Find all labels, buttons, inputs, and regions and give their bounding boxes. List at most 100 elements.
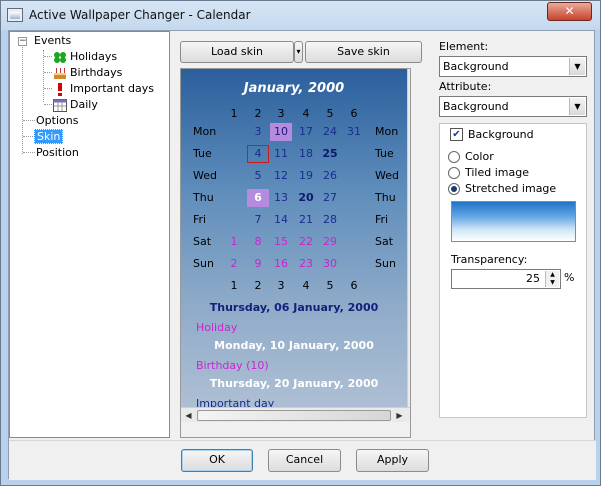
attribute-select-value: Background xyxy=(443,100,509,113)
calendar-day: 24 xyxy=(323,125,337,138)
tree-line xyxy=(23,152,35,153)
color-radio-label: Color xyxy=(465,150,494,163)
apply-button[interactable]: Apply xyxy=(356,449,429,472)
app-window: Active Wallpaper Changer - Calendar ✕ − … xyxy=(0,0,601,486)
transparency-spinner[interactable]: ▲ ▼ xyxy=(545,271,559,287)
weekday-label-right: Tue xyxy=(375,147,394,160)
percent-sign: % xyxy=(564,271,575,284)
clover-icon xyxy=(53,51,67,64)
day-footer-number: 3 xyxy=(277,279,285,292)
chevron-down-icon[interactable]: ▼ xyxy=(569,58,585,75)
tiled-image-radio[interactable] xyxy=(448,167,460,179)
tree-item-daily[interactable]: Daily xyxy=(53,97,98,113)
calendar-day: 14 xyxy=(274,213,288,226)
calendar-day: 10 xyxy=(270,123,292,141)
event-label: Birthday (10) xyxy=(196,359,269,372)
calendar-day: 31 xyxy=(347,125,361,138)
weekday-label-left: Mon xyxy=(193,125,217,138)
scroll-right-arrow[interactable]: ▶ xyxy=(392,408,407,423)
weekday-label-left: Wed xyxy=(193,169,217,182)
transparency-input[interactable]: 25 ▲ ▼ xyxy=(451,269,561,289)
weekday-label-right: Fri xyxy=(375,213,389,226)
tree-line xyxy=(22,44,23,154)
stretched-image-radio[interactable] xyxy=(448,183,460,195)
tree-item-skin[interactable]: Skin xyxy=(34,129,64,145)
event-date: Thursday, 06 January, 2000 xyxy=(209,301,379,314)
tree-item-options[interactable]: Options xyxy=(36,113,78,129)
load-skin-button[interactable]: Load skin xyxy=(180,41,294,63)
calendar-day: 29 xyxy=(323,235,337,248)
tree-item-position[interactable]: Position xyxy=(36,145,79,161)
transparency-label: Transparency: xyxy=(451,253,528,266)
title-bar[interactable]: Active Wallpaper Changer - Calendar ✕ xyxy=(1,1,600,30)
transparency-value: 25 xyxy=(526,272,540,285)
scroll-down-arrow[interactable]: ▼ xyxy=(408,392,410,407)
day-footer-number: 6 xyxy=(350,279,358,292)
tree-item-holidays[interactable]: Holidays xyxy=(53,49,117,65)
tree-line xyxy=(44,56,52,57)
element-label: Element: xyxy=(439,40,489,53)
tree-item-birthdays[interactable]: Birthdays xyxy=(53,65,122,81)
background-image-preview[interactable] xyxy=(451,201,576,242)
calendar-day: 17 xyxy=(299,125,313,138)
calendar-day: 2 xyxy=(230,257,238,270)
attribute-select[interactable]: Background ▼ xyxy=(439,96,587,117)
ok-button[interactable]: OK xyxy=(181,449,253,472)
cancel-button[interactable]: Cancel xyxy=(268,449,341,472)
tree-label: Important days xyxy=(70,82,154,95)
preview-horizontal-scrollbar[interactable]: ◀ ▶ xyxy=(181,407,410,423)
dialog-body: − Events Holidays Birthdays Important da… xyxy=(8,30,596,480)
close-button[interactable]: ✕ xyxy=(547,2,592,21)
scroll-thumb[interactable] xyxy=(410,85,411,341)
preview-vertical-scrollbar[interactable]: ▲ ▼ xyxy=(407,69,411,407)
tree-line xyxy=(44,88,52,89)
calendar-day: 13 xyxy=(274,191,288,204)
background-checkbox-label: Background xyxy=(468,128,534,141)
spin-down-icon[interactable]: ▼ xyxy=(546,279,559,287)
events-collapse-toggle[interactable]: − xyxy=(18,37,27,46)
calendar-day: 15 xyxy=(274,235,288,248)
calendar-day: 8 xyxy=(254,235,262,248)
weekday-label-left: Sun xyxy=(193,257,214,270)
day-footer-number: 5 xyxy=(326,279,334,292)
calendar-day: 21 xyxy=(299,213,313,226)
tree-line xyxy=(44,72,52,73)
day-header-number: 6 xyxy=(350,107,358,120)
spin-up-icon[interactable]: ▲ xyxy=(546,271,559,279)
event-date: Thursday, 20 January, 2000 xyxy=(209,377,379,390)
background-checkbox[interactable]: ✔ xyxy=(450,128,463,141)
calendar-day: 1 xyxy=(230,235,238,248)
event-date: Monday, 10 January, 2000 xyxy=(214,339,374,352)
element-select[interactable]: Background ▼ xyxy=(439,56,587,77)
scroll-left-arrow[interactable]: ◀ xyxy=(181,408,196,423)
scroll-up-arrow[interactable]: ▲ xyxy=(408,69,410,84)
weekday-label-left: Sat xyxy=(193,235,212,248)
color-radio[interactable] xyxy=(448,151,460,163)
save-skin-button[interactable]: Save skin xyxy=(305,41,422,63)
chevron-down-icon[interactable]: ▼ xyxy=(569,98,585,115)
settings-tree: − Events Holidays Birthdays Important da… xyxy=(9,31,170,438)
tree-item-events[interactable]: Events xyxy=(34,33,71,49)
tiled-image-radio-label: Tiled image xyxy=(465,166,530,179)
day-footer-number: 1 xyxy=(230,279,238,292)
weekday-label-right: Mon xyxy=(375,125,399,138)
tree-item-important-days[interactable]: Important days xyxy=(53,81,154,97)
calendar-day: 22 xyxy=(299,235,313,248)
tree-label: Birthdays xyxy=(70,66,123,79)
tree-line xyxy=(44,104,52,105)
calendar-day: 26 xyxy=(323,169,337,182)
day-header-number: 3 xyxy=(277,107,285,120)
dialog-button-bar: OK Cancel Apply xyxy=(9,440,596,480)
tree-label: Events xyxy=(34,34,72,47)
calendar-month-title: January, 2000 xyxy=(243,81,345,96)
calendar-background: January, 2000 1 2 3 4 5 6 Mon Mon 3 10 17 24 31 Tue Tu… xyxy=(181,69,407,410)
calendar-day: 9 xyxy=(254,257,262,270)
scroll-thumb[interactable] xyxy=(197,410,391,421)
window-title: Active Wallpaper Changer - Calendar xyxy=(29,8,251,22)
calendar-day: 27 xyxy=(323,191,337,204)
calendar-day: 3 xyxy=(254,125,262,138)
tree-line xyxy=(23,120,35,121)
calendar-day: 20 xyxy=(298,191,314,204)
load-skin-dropdown-arrow[interactable]: ▾ xyxy=(294,41,303,63)
day-footer-number: 2 xyxy=(254,279,262,292)
